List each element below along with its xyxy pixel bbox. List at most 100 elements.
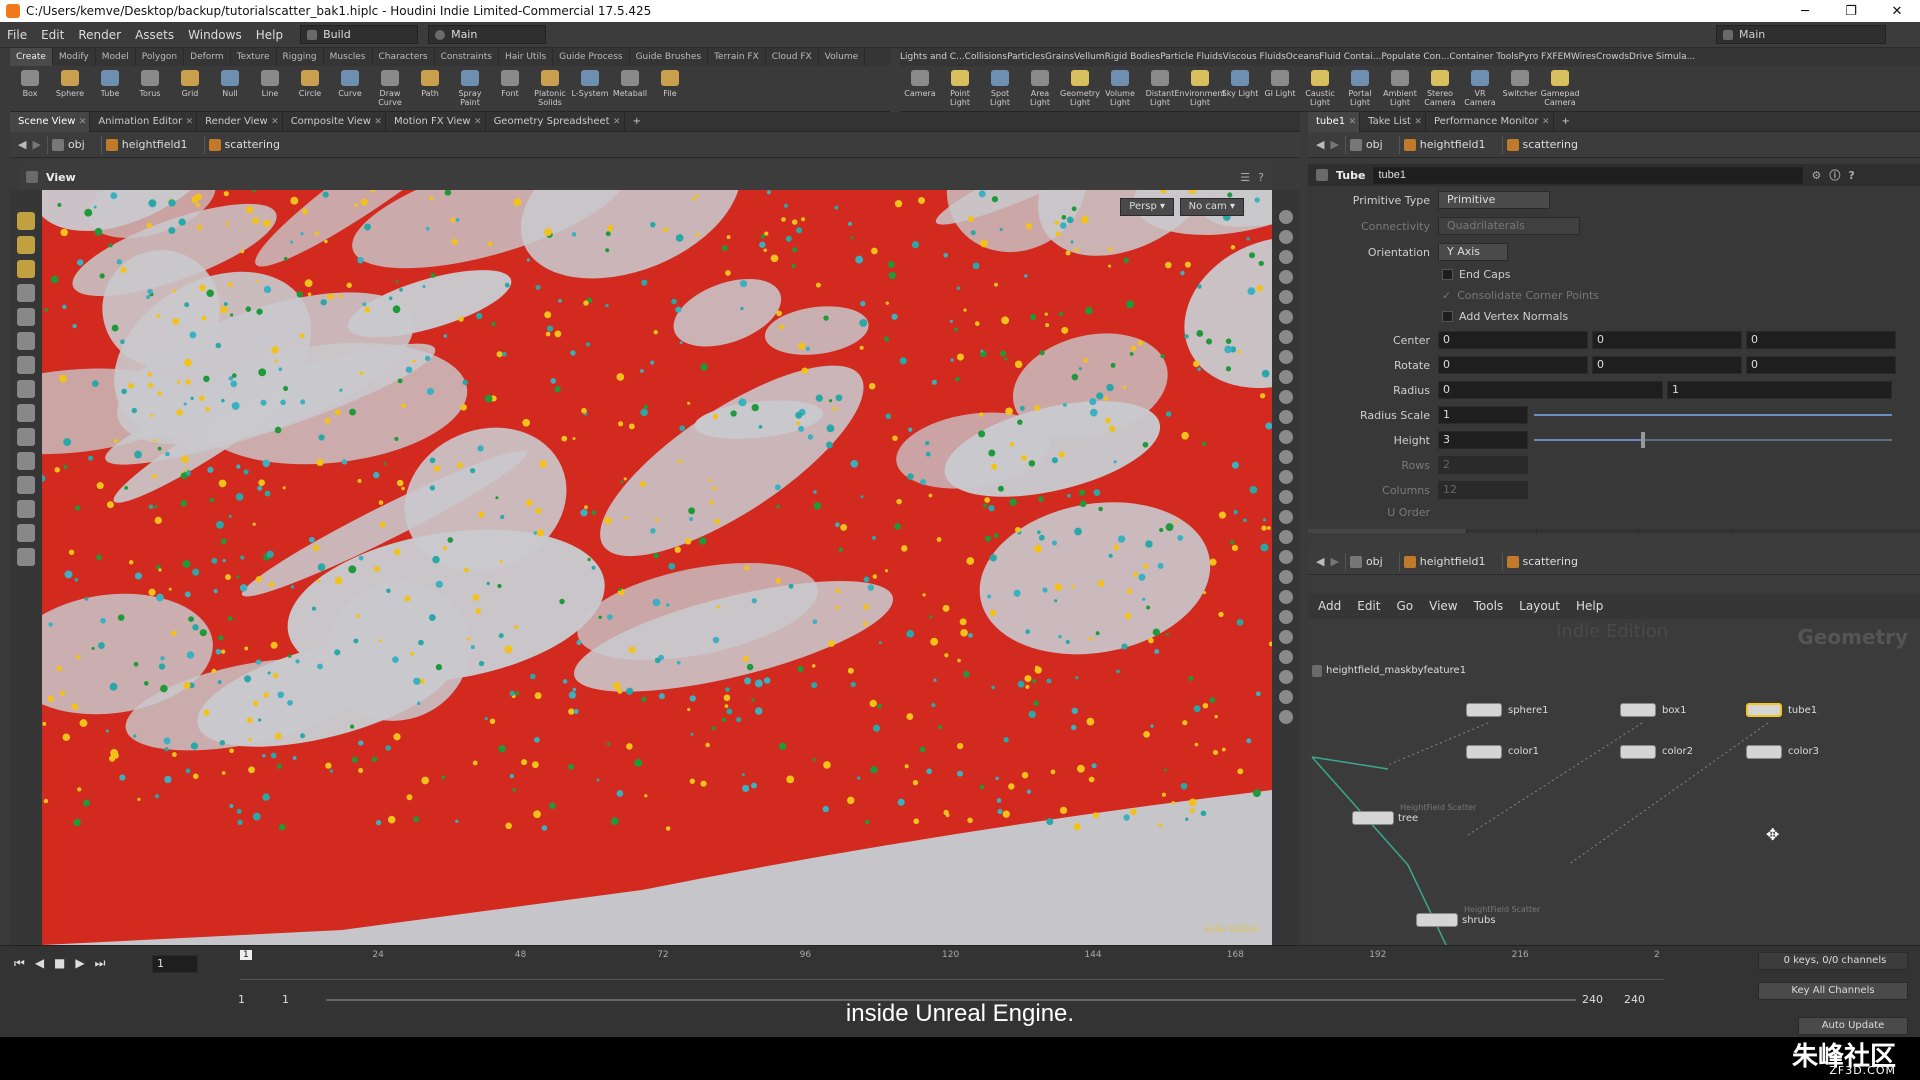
tab-close-icon[interactable]: ✕ [1349,112,1357,132]
tool-grid[interactable]: Grid [170,66,210,111]
shelf-tab-polygon[interactable]: Polygon [136,48,185,66]
key-all-channels-button[interactable]: Key All Channels [1758,982,1908,1000]
net-menu-layout[interactable]: Layout [1519,599,1560,613]
tool-gi-light[interactable]: GI Light [1260,66,1300,111]
display-option-16-icon[interactable] [1279,510,1293,524]
net-breadcrumb-heightfield[interactable]: heightfield1 [1398,552,1496,571]
tab-close-icon[interactable]: ✕ [271,112,279,132]
render-icon[interactable] [17,548,35,566]
pane-tab-tube1[interactable]: tube1 ✕ [1308,111,1361,132]
right-desktop-select[interactable]: Main [1716,25,1886,44]
info-icon[interactable]: ⓘ [1829,167,1840,183]
net-menu-add[interactable]: Add [1318,599,1341,613]
primitive-type-menu[interactable]: Primitive [1438,191,1550,209]
display-option-11-icon[interactable] [1279,410,1293,424]
menu-windows[interactable]: Windows [181,28,249,42]
tool-camera[interactable]: Camera [900,66,940,111]
display-option-17-icon[interactable] [1279,530,1293,544]
shelf-tab-rigid-bodies[interactable]: Rigid Bodies [1105,52,1161,62]
radius-2-field[interactable]: 1 [1667,381,1892,399]
height-slider-handle[interactable] [1641,432,1646,448]
tool-point-light[interactable]: Point Light [940,66,980,111]
center-y-field[interactable]: 0 [1592,331,1742,349]
tree-node[interactable] [1352,811,1394,825]
menu-edit[interactable]: Edit [34,28,71,42]
net-menu-help[interactable]: Help [1576,599,1603,613]
tool-volume-light[interactable]: Volume Light [1100,66,1140,111]
shelf-tab-particle-fluids[interactable]: Particle Fluids [1160,52,1222,62]
display-option-5-icon[interactable] [1279,290,1293,304]
param-forward-arrow-icon[interactable]: ▶ [1330,138,1338,151]
pane-tab-scene-view[interactable]: Scene View ✕ [10,111,91,132]
magnet-icon[interactable] [17,452,35,470]
display-option-4-icon[interactable] [1279,270,1293,284]
display-option-22-icon[interactable] [1279,630,1293,644]
shelf-tab-fluid-contai[interactable]: Fluid Contai... [1319,52,1381,62]
color3-node[interactable] [1746,745,1782,759]
pane-tab-animation-editor[interactable]: Animation Editor ✕ [90,111,198,132]
tool-l-system[interactable]: L-System [570,66,610,111]
shelf-tab-pyro-fx[interactable]: Pyro FX [1518,52,1552,62]
display-option-20-icon[interactable] [1279,590,1293,604]
radius-1-field[interactable]: 0 [1438,381,1663,399]
lasso-icon[interactable] [17,428,35,446]
rotate-z-field[interactable]: 0 [1746,356,1896,374]
breadcrumb-heightfield[interactable]: heightfield1 [100,135,198,154]
pane-tab-render-view[interactable]: Render View ✕ [197,111,283,132]
tool-switcher[interactable]: Switcher [1500,66,1540,111]
display-option-6-icon[interactable] [1279,310,1293,324]
add-tab-icon[interactable]: + [1554,116,1578,127]
consolidate-check-icon[interactable]: ✓ [1442,289,1451,302]
net-forward-arrow-icon[interactable]: ▶ [1330,555,1338,568]
paint-icon[interactable] [17,212,35,230]
param-back-arrow-icon[interactable]: ◀ [1316,138,1324,151]
tool-torus[interactable]: Torus [130,66,170,111]
display-option-23-icon[interactable] [1279,650,1293,664]
tool-tube[interactable]: Tube [90,66,130,111]
stop-icon[interactable]: ■ [54,956,65,971]
orientation-menu[interactable]: Y Axis [1438,243,1508,261]
camera-menu[interactable]: No cam ▾ [1179,198,1244,216]
shelf-tab-texture[interactable]: Texture [231,48,277,66]
shelf-tab-fem[interactable]: FEM [1552,52,1571,62]
vertex-normals-checkbox[interactable] [1442,310,1453,322]
tool-metaball[interactable]: Metaball [610,66,650,111]
display-option-15-icon[interactable] [1279,490,1293,504]
shelf-tab-deform[interactable]: Deform [184,48,231,66]
shelf-tab-crowds[interactable]: Crowds [1596,52,1629,62]
tool-circle[interactable]: Circle [290,66,330,111]
display-option-7-icon[interactable] [1279,330,1293,344]
radius-scale-slider[interactable] [1534,414,1892,416]
color2-node[interactable] [1620,745,1656,759]
grid-icon[interactable] [17,404,35,422]
shelf-tab-rigging[interactable]: Rigging [277,48,324,66]
shelf-tab-volume[interactable]: Volume [819,48,866,66]
param-breadcrumb-obj[interactable]: obj [1344,135,1393,154]
shelf-tab-grains[interactable]: Grains [1045,52,1074,62]
shelf-tab-guide-brushes[interactable]: Guide Brushes [630,48,709,66]
shelf-tab-oceans[interactable]: Oceans [1286,52,1319,62]
node-name-field[interactable] [1373,166,1804,184]
display-option-19-icon[interactable] [1279,570,1293,584]
tool-line[interactable]: Line [250,66,290,111]
display-option-18-icon[interactable] [1279,550,1293,564]
perspective-menu[interactable]: Persp ▾ [1120,198,1174,216]
gear-icon[interactable] [17,500,35,518]
tool-curve[interactable]: Curve [330,66,370,111]
center-z-field[interactable]: 0 [1746,331,1896,349]
display-option-3-icon[interactable] [1279,250,1293,264]
rotate-x-field[interactable]: 0 [1438,356,1588,374]
rows-field[interactable]: 2 [1438,456,1528,474]
sphere-icon[interactable] [17,524,35,542]
connectivity-menu[interactable]: Quadrilaterals [1438,217,1580,235]
tool-spot-light[interactable]: Spot Light [980,66,1020,111]
center-x-field[interactable]: 0 [1438,331,1588,349]
columns-field[interactable]: 12 [1438,481,1528,499]
network-editor[interactable]: ◀ ▶ obj heightfield1 scattering Add Edit… [1308,533,1920,945]
tool-environment-light[interactable]: Environment Light [1174,66,1226,111]
shelf-tab-particles[interactable]: Particles [1007,52,1045,62]
camera-icon[interactable] [17,332,35,350]
tab-close-icon[interactable]: ✕ [374,112,382,132]
param-breadcrumb-scattering[interactable]: scattering [1501,135,1588,154]
net-back-arrow-icon[interactable]: ◀ [1316,555,1324,568]
